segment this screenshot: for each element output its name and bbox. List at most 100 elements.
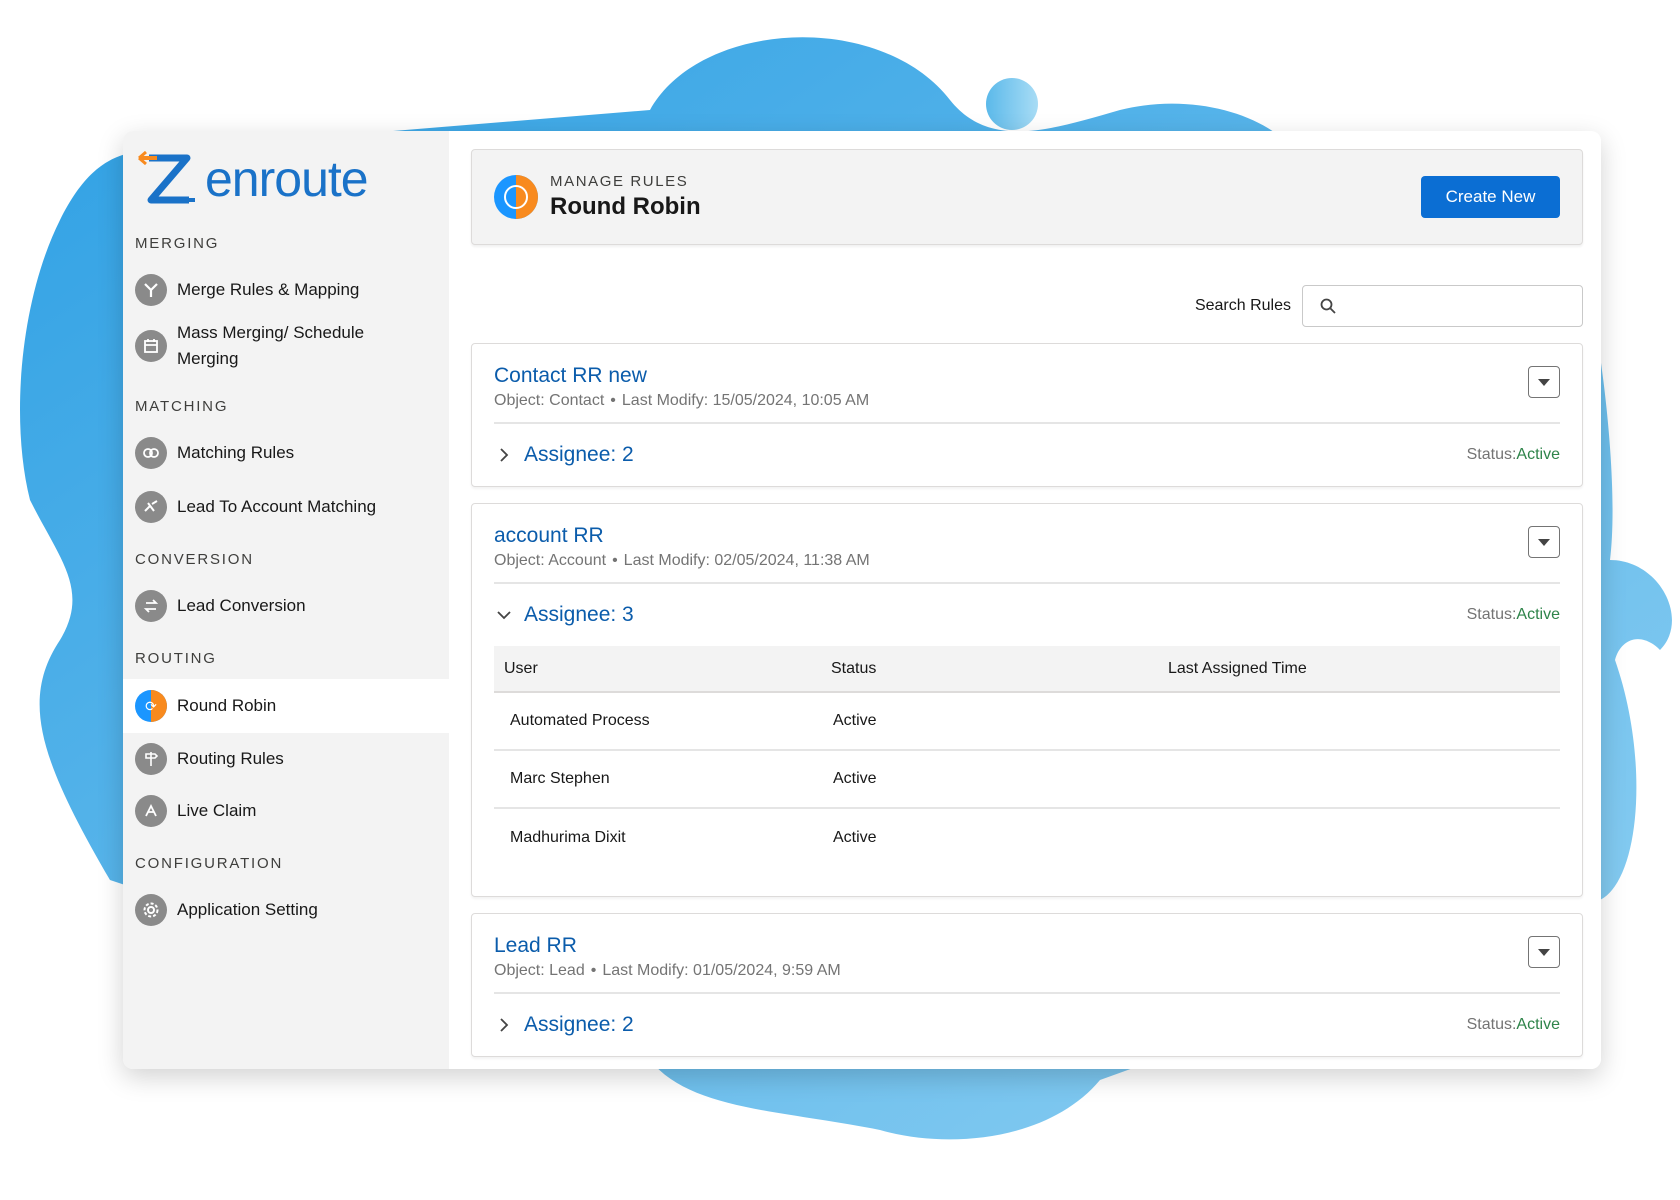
search-row: Search Rules [471,285,1583,327]
rule-meta: Object: Account • Last Modify: 02/05/2024,… [494,552,870,569]
table-row: Madhurima Dixit Active [494,808,1560,866]
calendar-icon [135,330,167,362]
assignee-table: User Status Last Assigned Time Automated… [494,646,1560,866]
chevron-down-icon [1538,948,1550,956]
assignee-toggle[interactable]: Assignee: 2 [524,1013,634,1037]
chevron-right-icon[interactable] [494,1015,514,1035]
sidebar-item-matching-rules[interactable]: Matching Rules [123,437,449,469]
rule-object: Object: Lead [494,962,585,979]
status-text: Status:Active [1467,1016,1560,1034]
rule-actions-dropdown[interactable] [1528,366,1560,398]
matching-icon [135,437,167,469]
rule-actions-dropdown[interactable] [1528,936,1560,968]
cell-last-assigned [1168,750,1560,809]
section-title-routing: ROUTING [135,650,217,667]
column-header-status: Status [831,646,1168,693]
table-row: Automated Process Active [494,692,1560,751]
rule-name-link[interactable]: Contact RR new [494,364,869,388]
zenroute-logo-icon [138,150,195,204]
create-new-button[interactable]: Create New [1421,176,1560,218]
rule-actions-dropdown[interactable] [1528,526,1560,558]
status-badge: Active [1516,446,1560,463]
rule-last-modify: Last Modify: 01/05/2024, 9:59 AM [602,962,841,979]
status-badge: Active [1516,1016,1560,1033]
table-row: Marc Stephen Active [494,750,1560,809]
sidebar-item-merge-rules[interactable]: Merge Rules & Mapping [123,274,449,306]
search-label: Search Rules [1194,297,1291,314]
cell-user: Madhurima Dixit [510,828,626,846]
rule-card: account RR Object: Account • Last Modify: … [471,503,1583,897]
sidebar-item-lead-to-account[interactable]: Lead To Account Matching [123,491,449,523]
cell-status: Active [833,828,877,846]
rule-object: Object: Account [494,552,607,569]
main-content: MANAGE RULES Round Robin Create New Sear… [449,131,1601,1069]
sidebar-item-round-robin[interactable]: ⟳ Round Robin [123,679,449,733]
chevron-down-icon [1538,378,1550,386]
status-label: Status: [1466,606,1517,623]
section-title-conversion: CONVERSION [135,551,254,568]
cell-last-assigned [1168,808,1560,866]
assignee-toggle[interactable]: Assignee: 3 [524,603,634,627]
status-badge: Active [1516,606,1560,623]
rule-name-link[interactable]: account RR [494,524,870,548]
chevron-down-icon [1538,538,1550,546]
table-header-row: User Status Last Assigned Time [494,646,1560,693]
sidebar-item-label: Merge Rules & Mapping [177,280,360,299]
assignee-toggle[interactable]: Assignee: 2 [524,443,634,467]
cell-status: Active [831,692,1168,751]
section-title-merging: MERGING [135,235,220,252]
cell-user: Automated Process [494,692,831,751]
sidebar-item-live-claim[interactable]: Live Claim [123,795,449,827]
sidebar-item-label: Matching Rules [177,443,295,462]
chevron-down-icon[interactable] [494,605,514,625]
sidebar-item-label: Live Claim [177,801,257,820]
rule-meta: Object: Lead • Last Modify: 01/05/2024, 9:… [494,962,841,979]
sidebar-item-label: Application Setting [177,900,318,919]
search-icon [1320,298,1336,314]
column-header-last-assigned: Last Assigned Time [1168,646,1560,693]
app-window: enroute MERGING Merge Rules & Mapping Ma… [123,131,1601,1069]
link-icon [135,491,167,523]
column-header-user: User [494,646,831,693]
sidebar: enroute MERGING Merge Rules & Mapping Ma… [123,131,449,1069]
status-text: Status:Active [1467,446,1560,464]
gear-icon [135,894,167,926]
cell-user: Marc Stephen [494,750,831,809]
round-robin-icon [494,175,538,219]
rule-card: Lead RR Object: Lead • Last Modify: 01/05/… [471,913,1583,1057]
brand-name: enroute [205,151,369,207]
search-field[interactable] [1302,285,1583,327]
logo: enroute [123,141,449,217]
status-text: Status:Active [1467,606,1560,624]
rule-meta: Object: Contact • Last Modify: 15/05/2024,… [494,392,870,409]
rule-last-modify: Last Modify: 02/05/2024, 11:38 AM [623,552,870,569]
assignee-row: Assignee: 2 Status:Active [494,994,1560,1056]
rule-last-modify: Last Modify: 15/05/2024, 10:05 AM [621,392,870,409]
page-subtitle: MANAGE RULES [550,173,689,190]
sidebar-item-lead-conversion[interactable]: Lead Conversion [123,590,449,622]
chevron-right-icon[interactable] [494,445,514,465]
section-title-matching: MATCHING [135,398,229,415]
status-label: Status: [1466,446,1517,463]
page-header: MANAGE RULES Round Robin Create New [471,149,1583,245]
section-title-configuration: CONFIGURATION [135,855,284,872]
status-label: Status: [1466,1016,1517,1033]
rule-card: Contact RR new Object: Contact • Last Modi… [471,343,1583,487]
sidebar-item-label: Routing Rules [177,749,284,768]
page-title: Round Robin [550,193,701,220]
cell-status: Active [831,750,1168,809]
assignee-row: Assignee: 3 Status:Active [494,584,1560,646]
rule-name-link[interactable]: Lead RR [494,934,841,958]
convert-icon [135,590,167,622]
sidebar-item-routing-rules[interactable]: Routing Rules [123,743,449,775]
sidebar-item-label: Round Robin [177,696,277,715]
sidebar-item-mass-merging[interactable]: Mass Merging/ Schedule Merging [123,320,449,372]
search-input[interactable] [1347,297,1577,315]
claim-icon [135,795,167,827]
cell-last-assigned [1168,692,1560,751]
sidebar-item-application-setting[interactable]: Application Setting [123,894,449,926]
stage: enroute MERGING Merge Rules & Mapping Ma… [0,0,1680,1200]
assignee-row: Assignee: 2 Status:Active [494,424,1560,486]
sidebar-item-label: Mass Merging/ Schedule Merging [177,323,365,368]
sidebar-item-label: Lead To Account Matching [177,497,377,516]
